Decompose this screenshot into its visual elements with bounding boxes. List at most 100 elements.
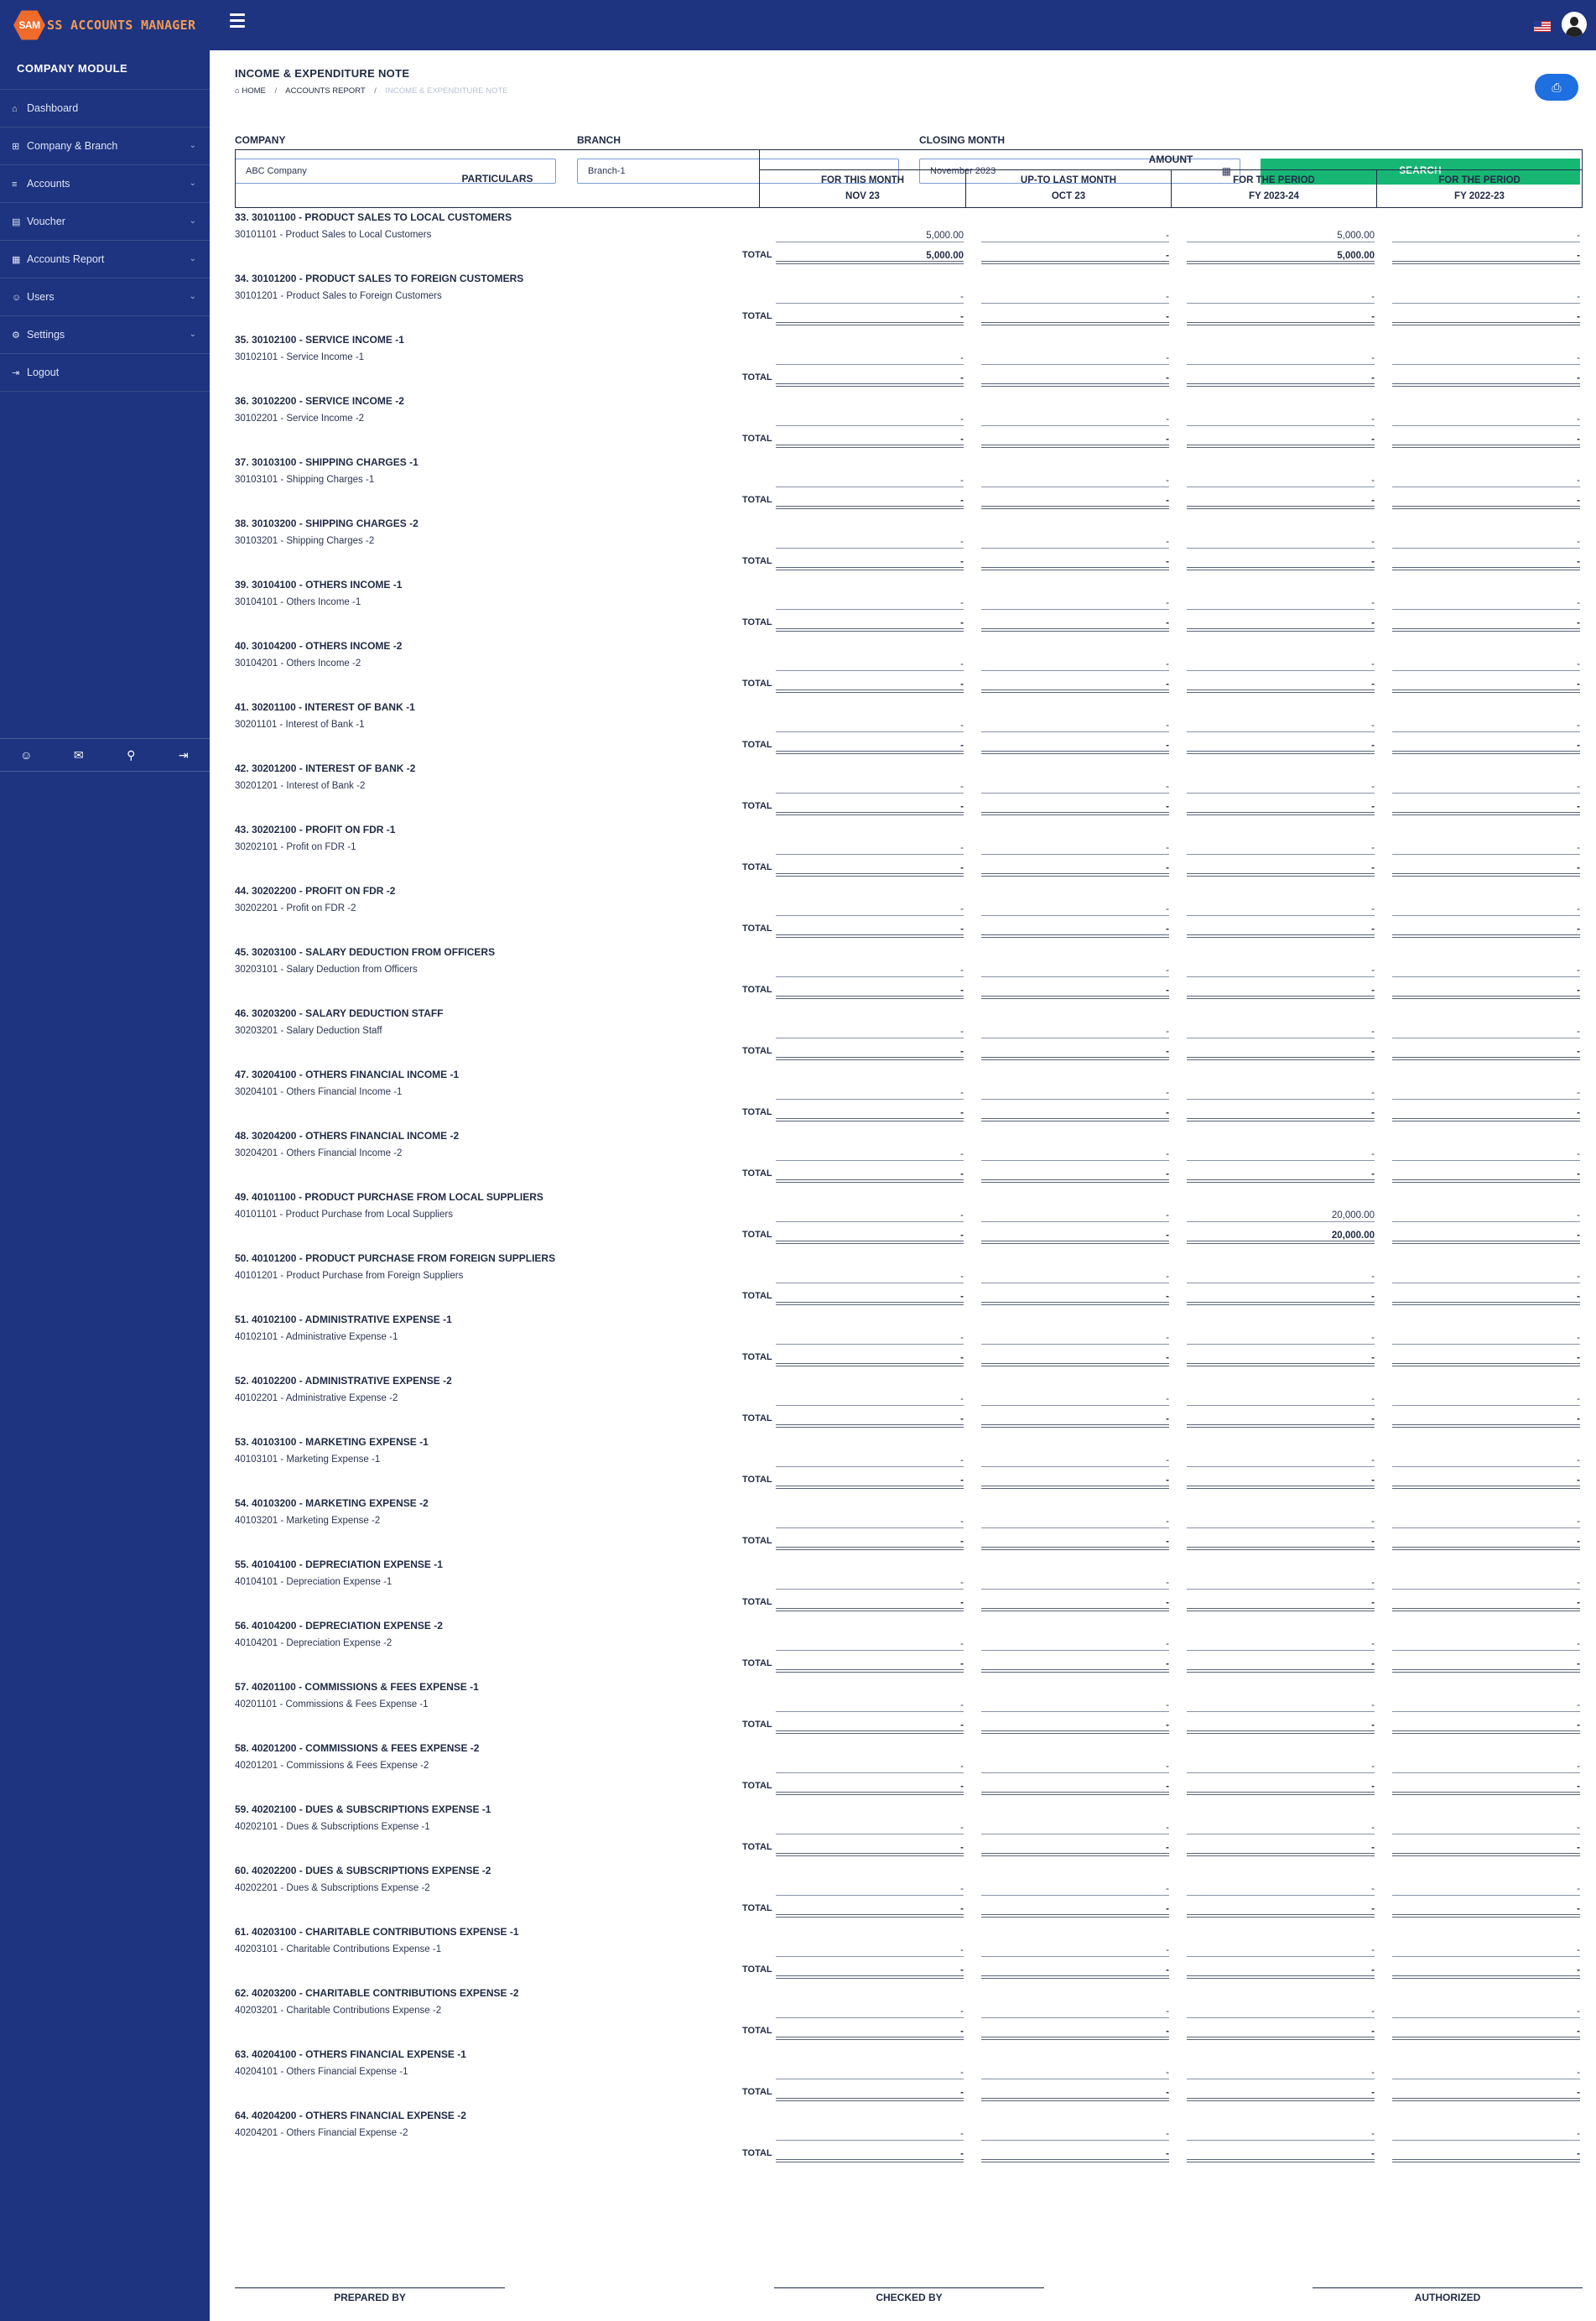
sidebar-footer: ☺ ✉ ⚲ ⇥ [0, 738, 210, 772]
total-amount-cell: - [776, 1597, 964, 1611]
amount-cell: - [981, 965, 1169, 977]
sidebar-item-icon: ⚙ [12, 330, 20, 341]
sidebar-item-company-branch[interactable]: ⊞ Company & Branch ⌄ [0, 127, 210, 165]
sidebar-item-dashboard[interactable]: ⌂ Dashboard [0, 90, 210, 127]
total-amount-cell: 5,000.00 [1187, 250, 1375, 264]
user-avatar-icon[interactable] [1562, 12, 1587, 37]
sidebar: COMPANY MODULE ⌂ Dashboard ⊞ Company & Bran… [0, 50, 210, 2321]
account-group-title: 59. 40202100 - DUES & SUBSCRIPTIONS EXPE… [235, 1803, 491, 1815]
total-amount-cell: - [776, 556, 964, 570]
total-label: TOTAL [742, 495, 772, 505]
total-label: TOTAL [742, 985, 772, 995]
total-amount-cell: - [1187, 1413, 1375, 1428]
breadcrumb-home[interactable]: HOME [242, 86, 266, 96]
sidebar-item-accounts-report[interactable]: ▦ Accounts Report ⌄ [0, 241, 210, 278]
account-group-title: 64. 40204200 - OTHERS FINANCIAL EXPENSE … [235, 2110, 466, 2121]
total-amount-cell: - [1187, 1352, 1375, 1366]
account-ledger-name: 30103101 - Shipping Charges -1 [235, 475, 375, 485]
sidebar-item-voucher[interactable]: ▤ Voucher ⌄ [0, 203, 210, 241]
account-group: 64. 40204200 - OTHERS FINANCIAL EXPENSE … [235, 2108, 1583, 2169]
chevron-down-icon: ⌄ [189, 141, 196, 150]
amount-cell: - [981, 1210, 1169, 1222]
amount-cell: - [776, 1700, 964, 1712]
account-ledger-name: 30201201 - Interest of Bank -2 [235, 781, 366, 791]
total-amount-cell: - [981, 1536, 1169, 1550]
total-label: TOTAL [742, 1903, 772, 1913]
amount-cell: - [776, 1884, 964, 1896]
total-amount-cell: - [1187, 311, 1375, 325]
sidebar-item-logout[interactable]: ⇥ Logout [0, 354, 210, 392]
amount-cell: - [1392, 843, 1580, 855]
total-amount-cell: - [776, 1720, 964, 1734]
us-flag-icon[interactable] [1534, 21, 1551, 32]
account-ledger-name: 30204201 - Others Financial Income -2 [235, 1148, 403, 1158]
total-amount-cell: - [1392, 1413, 1580, 1428]
brand-logo[interactable]: SAM SS ACCOUNTS MANAGER [13, 8, 195, 42]
hamburger-icon[interactable] [230, 13, 245, 29]
amount-cell: - [776, 782, 964, 794]
total-amount-cell: - [1187, 1720, 1375, 1734]
total-amount-cell: - [1392, 2087, 1580, 2101]
column-header: FOR THE PERIOD FY 2022-23 [1376, 170, 1582, 207]
account-group-title: 44. 30202200 - PROFIT ON FDR -2 [235, 885, 396, 897]
total-label: TOTAL [742, 1720, 772, 1730]
amount-header: AMOUNT [760, 150, 1582, 170]
account-group: 41. 30201100 - INTEREST OF BANK -1 302011… [235, 700, 1583, 761]
module-title: COMPANY MODULE [0, 50, 210, 90]
breadcrumb: ⌂ HOME / ACCOUNTS REPORT / INCOME & EXPE… [235, 86, 508, 96]
amount-cell: - [1392, 476, 1580, 487]
total-amount-cell: - [1187, 1475, 1375, 1489]
sidebar-item-label: Settings [27, 329, 65, 341]
total-amount-cell: - [1187, 2026, 1375, 2040]
total-amount-cell: - [1187, 1965, 1375, 1979]
total-amount-cell: - [981, 434, 1169, 448]
print-button[interactable]: ⎙ [1535, 74, 1578, 101]
amount-cell: - [1187, 965, 1375, 977]
account-ledger-name: 40102101 - Administrative Expense -1 [235, 1332, 398, 1342]
total-amount-cell: - [776, 924, 964, 938]
amount-cell: - [981, 2129, 1169, 2141]
amount-cell: - [1392, 1945, 1580, 1957]
account-ledger-name: 40203201 - Charitable Contributions Expe… [235, 2006, 442, 2016]
breadcrumb-accounts-report[interactable]: ACCOUNTS REPORT [285, 86, 365, 96]
total-amount-cell: - [1187, 801, 1375, 815]
total-amount-cell: - [981, 250, 1169, 264]
sidebar-item-users[interactable]: ☺ Users ⌄ [0, 278, 210, 316]
sign-out-icon[interactable]: ⇥ [158, 739, 211, 771]
total-amount-cell: - [1392, 1230, 1580, 1244]
amount-cell: - [981, 1762, 1169, 1773]
account-group-title: 58. 40201200 - COMMISSIONS & FEES EXPENS… [235, 1742, 480, 1754]
amount-cell: - [1187, 1333, 1375, 1345]
amount-cell: - [1392, 1149, 1580, 1161]
total-amount-cell: - [776, 1965, 964, 1979]
total-amount-cell: - [1187, 1597, 1375, 1611]
account-group: 48. 30204200 - OTHERS FINANCIAL INCOME -… [235, 1128, 1583, 1189]
sidebar-item-icon: ▤ [12, 217, 21, 227]
total-label: TOTAL [742, 372, 772, 382]
total-amount-cell: - [981, 1475, 1169, 1489]
mail-icon[interactable]: ✉ [53, 739, 106, 771]
total-amount-cell: - [776, 1781, 964, 1795]
sidebar-item-settings[interactable]: ⚙ Settings ⌄ [0, 316, 210, 354]
account-group: 45. 30203100 - SALARY DEDUCTION FROM OFF… [235, 945, 1583, 1006]
column-header: FOR THIS MONTH NOV 23 [820, 175, 905, 201]
sidebar-item-accounts[interactable]: ≡ Accounts ⌄ [0, 165, 210, 203]
amount-cell: - [981, 1333, 1169, 1345]
total-amount-cell: - [776, 1107, 964, 1121]
total-amount-cell: - [981, 1107, 1169, 1121]
total-label: TOTAL [742, 2087, 772, 2097]
branch-label: BRANCH [577, 134, 621, 146]
lock-icon[interactable]: ⚲ [105, 739, 158, 771]
amount-cell: - [981, 537, 1169, 549]
amount-cell: - [1392, 1884, 1580, 1896]
account-group: 50. 40101200 - PRODUCT PURCHASE FROM FOR… [235, 1251, 1583, 1312]
breadcrumb-current: INCOME & EXPENDITURE NOTE [385, 86, 508, 96]
total-label: TOTAL [742, 1781, 772, 1791]
account-group: 61. 40203100 - CHARITABLE CONTRIBUTIONS … [235, 1924, 1583, 1985]
checked-by-signature: CHECKED BY [774, 2287, 1044, 2303]
profile-icon[interactable]: ☺ [0, 739, 53, 771]
account-group-title: 37. 30103100 - SHIPPING CHARGES -1 [235, 456, 418, 468]
total-amount-cell: - [981, 2026, 1169, 2040]
total-amount-cell: - [776, 372, 964, 387]
total-amount-cell: - [776, 862, 964, 877]
